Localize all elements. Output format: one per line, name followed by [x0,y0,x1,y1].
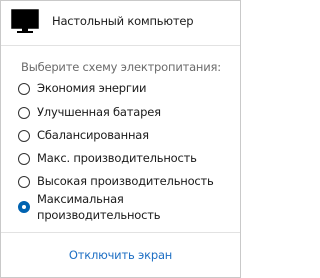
turn-off-display-link[interactable]: Отключить экран [1,248,240,262]
flyout-header: Настольный компьютер [1,1,240,45]
radio-button[interactable] [18,107,30,119]
radio-button[interactable] [18,176,30,188]
desktop-computer-icon [11,9,39,33]
radio-button[interactable] [18,83,30,95]
device-title: Настольный компьютер [52,14,194,28]
power-plan-prompt: Выберите схему электропитания: [21,60,221,74]
power-plan-label: Максимальная производительность [37,192,161,222]
power-plan-label: Макс. производительность [37,151,197,165]
power-plan-label: Улучшенная батарея [37,105,161,119]
power-plan-label: Сбалансированная [37,128,149,142]
footer-divider [1,232,240,233]
power-flyout: Настольный компьютер Выберите схему элек… [0,0,241,278]
radio-button[interactable] [18,153,30,165]
radio-button[interactable] [18,130,30,142]
power-plan-label: Высокая производительность [37,174,214,188]
power-plan-label: Экономия энергии [37,81,147,95]
header-divider [1,45,240,46]
radio-button-selected[interactable] [18,201,30,213]
